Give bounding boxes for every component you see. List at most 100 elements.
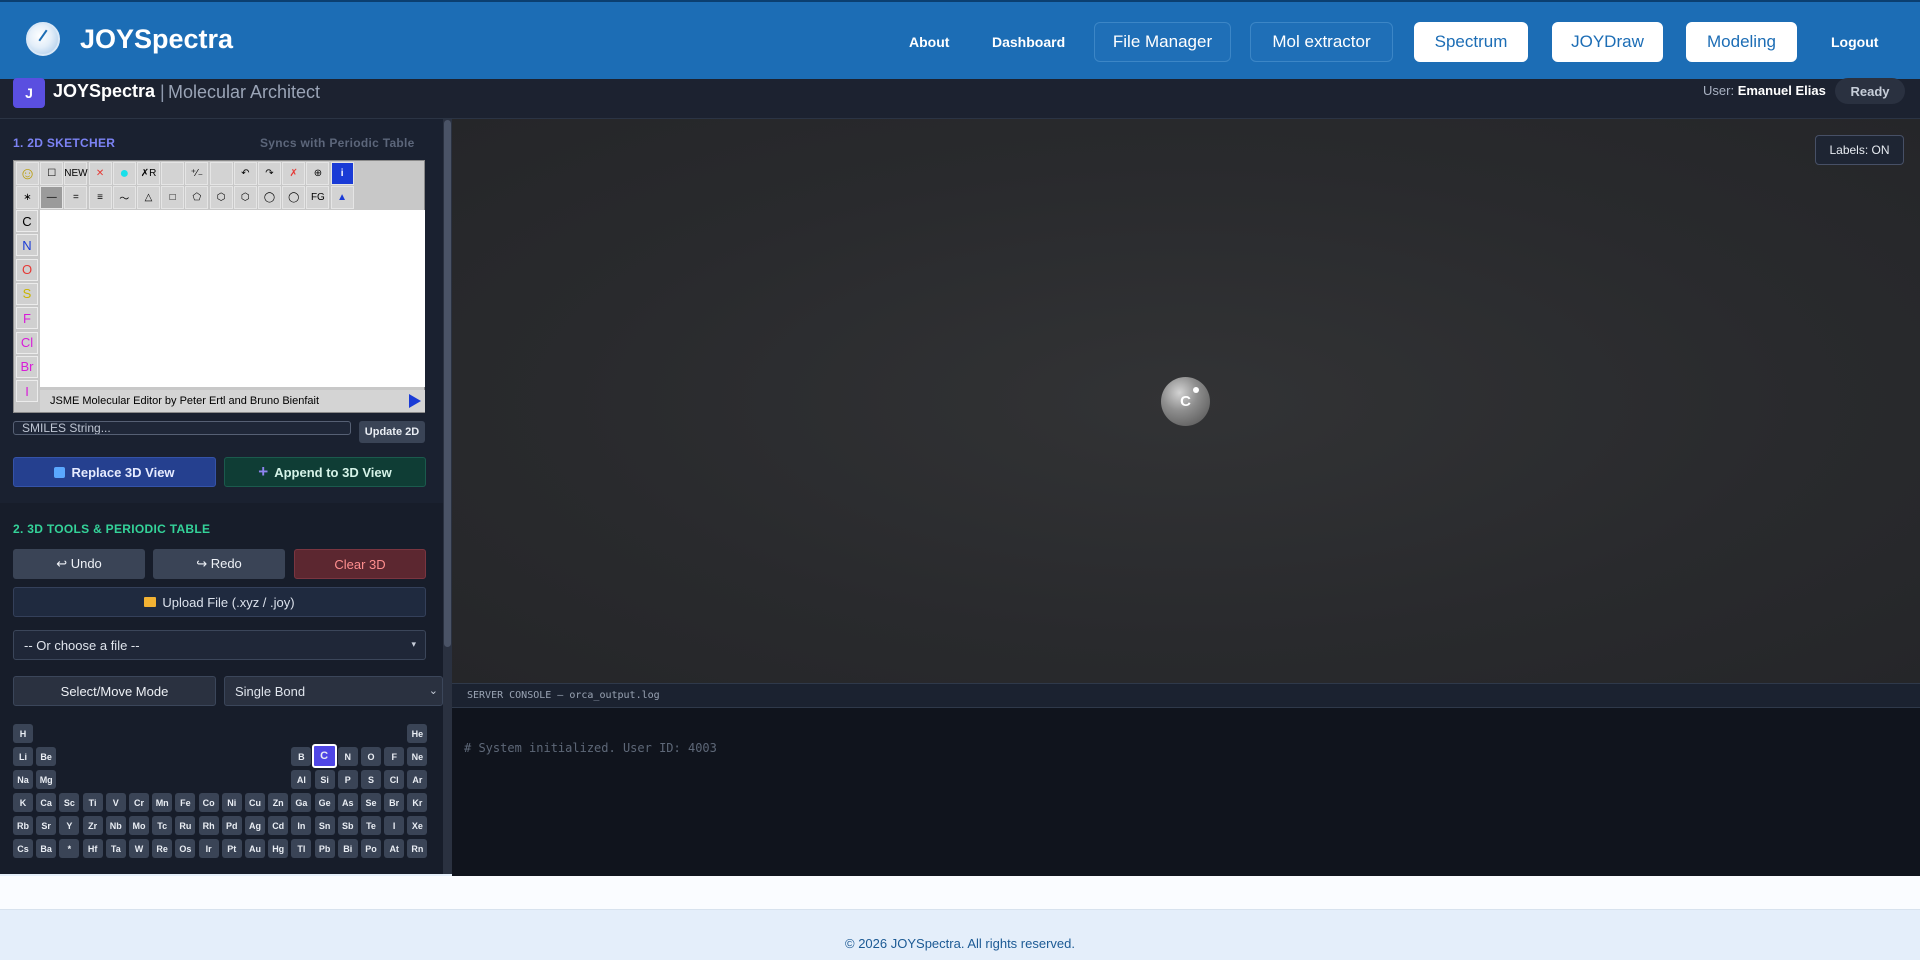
- periodic-element-C[interactable]: C: [311, 744, 337, 768]
- periodic-element-Au[interactable]: Au: [245, 839, 265, 858]
- jsme-tool-top-1[interactable]: ☐: [40, 162, 64, 185]
- jsme-tool-top-4[interactable]: ●: [112, 162, 136, 185]
- jsme-element-C[interactable]: C: [16, 210, 38, 232]
- jsme-element-S[interactable]: S: [16, 282, 38, 305]
- jsme-tool-bottom-2[interactable]: =: [64, 186, 88, 209]
- periodic-element-Tc[interactable]: Tc: [152, 816, 173, 835]
- jsme-tool-bottom-8[interactable]: ⬡: [209, 186, 233, 209]
- periodic-element-In[interactable]: In: [291, 816, 312, 835]
- periodic-element-S[interactable]: S: [361, 770, 381, 789]
- periodic-element-Ge[interactable]: Ge: [314, 793, 335, 812]
- jsme-tool-top-3[interactable]: ✕: [88, 162, 112, 185]
- periodic-element-Zn[interactable]: Zn: [268, 793, 289, 812]
- periodic-element-Xe[interactable]: Xe: [407, 816, 428, 835]
- periodic-element-Sn[interactable]: Sn: [314, 816, 335, 835]
- periodic-element-Ba[interactable]: Ba: [36, 839, 57, 858]
- periodic-element-Co[interactable]: Co: [198, 793, 219, 812]
- jsme-tool-bottom-12[interactable]: FG: [306, 186, 330, 209]
- periodic-element-I[interactable]: I: [384, 816, 405, 835]
- jsme-element-Cl[interactable]: Cl: [16, 331, 38, 354]
- jsme-element-O[interactable]: O: [16, 258, 38, 281]
- periodic-element-Ti[interactable]: Ti: [82, 793, 103, 812]
- jsme-tool-top-11[interactable]: ✗: [282, 162, 306, 185]
- nav-mol-extractor-button[interactable]: Mol extractor: [1250, 22, 1393, 62]
- nav-logout-link[interactable]: Logout: [1831, 34, 1878, 50]
- periodic-element-Tl[interactable]: Tl: [291, 839, 312, 858]
- jsme-tool-top-5[interactable]: ✗R: [137, 162, 160, 185]
- jsme-tool-bottom-13[interactable]: ▲: [330, 186, 354, 209]
- periodic-element-Na[interactable]: Na: [13, 770, 33, 789]
- periodic-element-Mn[interactable]: Mn: [152, 793, 173, 812]
- periodic-element-Y[interactable]: Y: [59, 816, 80, 835]
- nav-file-manager-button[interactable]: File Manager: [1094, 22, 1231, 62]
- jsme-tool-bottom-5[interactable]: △: [137, 186, 160, 209]
- nav-about-link[interactable]: About: [909, 34, 949, 50]
- jsme-element-F[interactable]: F: [16, 307, 38, 330]
- periodic-element-Ru[interactable]: Ru: [175, 816, 196, 835]
- jsme-tool-bottom-3[interactable]: ≡: [88, 186, 112, 209]
- jsme-tool-top-10[interactable]: ↷: [258, 162, 281, 185]
- jsme-tool-top-12[interactable]: ⊕: [306, 162, 330, 185]
- periodic-element-Cd[interactable]: Cd: [268, 816, 289, 835]
- periodic-element-Sr[interactable]: Sr: [36, 816, 57, 835]
- periodic-element-Rn[interactable]: Rn: [407, 839, 428, 858]
- smiles-input[interactable]: SMILES String...: [13, 421, 351, 435]
- jsme-drawing-canvas[interactable]: [40, 210, 425, 387]
- jsme-tool-bottom-9[interactable]: ⬡: [233, 186, 257, 209]
- periodic-element-Mo[interactable]: Mo: [129, 816, 149, 835]
- periodic-element-Rh[interactable]: Rh: [198, 816, 219, 835]
- periodic-element-*[interactable]: *: [59, 839, 80, 858]
- periodic-element-P[interactable]: P: [337, 770, 358, 789]
- jsme-tool-top-0[interactable]: ☺: [16, 162, 39, 185]
- periodic-element-Cu[interactable]: Cu: [245, 793, 265, 812]
- carbon-atom[interactable]: C: [1161, 377, 1210, 426]
- periodic-element-H[interactable]: H: [13, 724, 33, 743]
- jsme-tool-top-7[interactable]: ⁺⁄₋: [185, 162, 209, 185]
- nav-modeling-button[interactable]: Modeling: [1686, 22, 1797, 62]
- periodic-element-Fe[interactable]: Fe: [175, 793, 196, 812]
- periodic-element-Po[interactable]: Po: [361, 839, 381, 858]
- periodic-element-Se[interactable]: Se: [361, 793, 381, 812]
- nav-joydraw-button[interactable]: JOYDraw: [1552, 22, 1663, 62]
- periodic-element-Ne[interactable]: Ne: [407, 747, 428, 766]
- periodic-element-Be[interactable]: Be: [36, 747, 57, 766]
- jsme-info-arrow-icon[interactable]: [409, 394, 421, 408]
- jsme-element-N[interactable]: N: [16, 234, 38, 257]
- jsme-tool-top-8[interactable]: [209, 162, 233, 185]
- periodic-element-Pd[interactable]: Pd: [221, 816, 242, 835]
- periodic-element-As[interactable]: As: [337, 793, 358, 812]
- jsme-tool-bottom-6[interactable]: □: [161, 186, 185, 209]
- periodic-element-Sc[interactable]: Sc: [59, 793, 80, 812]
- nav-spectrum-button[interactable]: Spectrum: [1414, 22, 1528, 62]
- periodic-element-Cl[interactable]: Cl: [384, 770, 405, 789]
- app-logo[interactable]: JOYSpectra: [26, 22, 233, 56]
- periodic-element-Sb[interactable]: Sb: [337, 816, 358, 835]
- periodic-element-Cs[interactable]: Cs: [13, 839, 33, 858]
- periodic-element-N[interactable]: N: [337, 747, 358, 766]
- periodic-element-Hg[interactable]: Hg: [268, 839, 289, 858]
- jsme-element-I[interactable]: I: [16, 380, 38, 403]
- periodic-element-Kr[interactable]: Kr: [407, 793, 428, 812]
- undo-button[interactable]: ↩ Undo: [13, 549, 145, 579]
- periodic-element-Mg[interactable]: Mg: [36, 770, 57, 789]
- upload-file-button[interactable]: Upload File (.xyz / .joy): [13, 587, 426, 617]
- update-2d-button[interactable]: Update 2D: [359, 421, 425, 443]
- nav-dashboard-link[interactable]: Dashboard: [992, 34, 1065, 50]
- periodic-element-F[interactable]: F: [384, 747, 405, 766]
- periodic-element-Rb[interactable]: Rb: [13, 816, 33, 835]
- jsme-tool-bottom-7[interactable]: ⬠: [185, 186, 209, 209]
- periodic-element-Zr[interactable]: Zr: [82, 816, 103, 835]
- jsme-tool-top-13[interactable]: i: [330, 162, 354, 185]
- redo-button[interactable]: ↪ Redo: [153, 549, 285, 579]
- periodic-element-He[interactable]: He: [407, 724, 428, 743]
- periodic-element-V[interactable]: V: [105, 793, 126, 812]
- periodic-element-Os[interactable]: Os: [175, 839, 196, 858]
- periodic-element-Br[interactable]: Br: [384, 793, 405, 812]
- periodic-element-Cr[interactable]: Cr: [129, 793, 149, 812]
- periodic-element-B[interactable]: B: [291, 747, 312, 766]
- periodic-element-Pb[interactable]: Pb: [314, 839, 335, 858]
- periodic-element-Bi[interactable]: Bi: [337, 839, 358, 858]
- periodic-element-Li[interactable]: Li: [13, 747, 33, 766]
- jsme-tool-top-9[interactable]: ↶: [233, 162, 257, 185]
- file-select[interactable]: -- Or choose a file -- ▾: [13, 630, 426, 660]
